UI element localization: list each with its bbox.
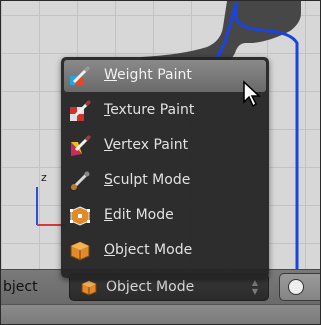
menu-item-texture-paint[interactable]: Texture Paint bbox=[64, 95, 266, 127]
sculpt-mode-icon bbox=[68, 169, 92, 193]
mode-dropdown-menu: Weight Paint Texture Paint Vertex Paint … bbox=[61, 57, 269, 278]
texture-paint-icon bbox=[68, 99, 92, 123]
menu-item-label: bject Mode bbox=[115, 242, 193, 258]
object-mode-icon bbox=[80, 279, 98, 301]
mode-select-value: Object Mode bbox=[106, 279, 195, 295]
weight-paint-icon bbox=[68, 64, 92, 88]
menu-item-mnemonic: W bbox=[104, 67, 118, 83]
menu-item-object-mode[interactable]: Object Mode bbox=[64, 235, 266, 267]
menu-item-mnemonic: V bbox=[104, 137, 113, 153]
menu-item-mnemonic: E bbox=[104, 207, 113, 223]
object-menu-label[interactable]: bject bbox=[3, 279, 38, 295]
menu-item-weight-paint[interactable]: Weight Paint bbox=[64, 60, 266, 92]
menu-item-mnemonic: S bbox=[104, 172, 113, 188]
menu-item-label: ertex Paint bbox=[112, 137, 189, 153]
menu-item-label: eight Paint bbox=[117, 67, 192, 83]
blender-window: z bject Object Mode ▲ ▼ Weight Paint Tex… bbox=[0, 0, 321, 325]
menu-item-label: culpt Mode bbox=[112, 172, 191, 188]
menu-item-label: dit Mode bbox=[112, 207, 174, 223]
object-mode-icon bbox=[68, 239, 92, 263]
circle-icon bbox=[288, 279, 304, 295]
menu-item-edit-mode[interactable]: Edit Mode bbox=[64, 200, 266, 232]
menu-item-mnemonic: O bbox=[104, 242, 116, 258]
menu-item-sculpt-mode[interactable]: Sculpt Mode bbox=[64, 165, 266, 197]
pivot-radio-button[interactable] bbox=[279, 273, 320, 301]
z-axis-label: z bbox=[41, 171, 47, 184]
vertex-paint-icon bbox=[68, 134, 92, 158]
updown-arrows-icon: ▲ ▼ bbox=[251, 278, 258, 296]
timeline-strip bbox=[1, 304, 320, 324]
menu-item-label: exture Paint bbox=[110, 102, 195, 118]
mouse-cursor-icon bbox=[243, 80, 261, 108]
menu-item-vertex-paint[interactable]: Vertex Paint bbox=[64, 130, 266, 162]
edit-mode-icon bbox=[68, 204, 92, 228]
